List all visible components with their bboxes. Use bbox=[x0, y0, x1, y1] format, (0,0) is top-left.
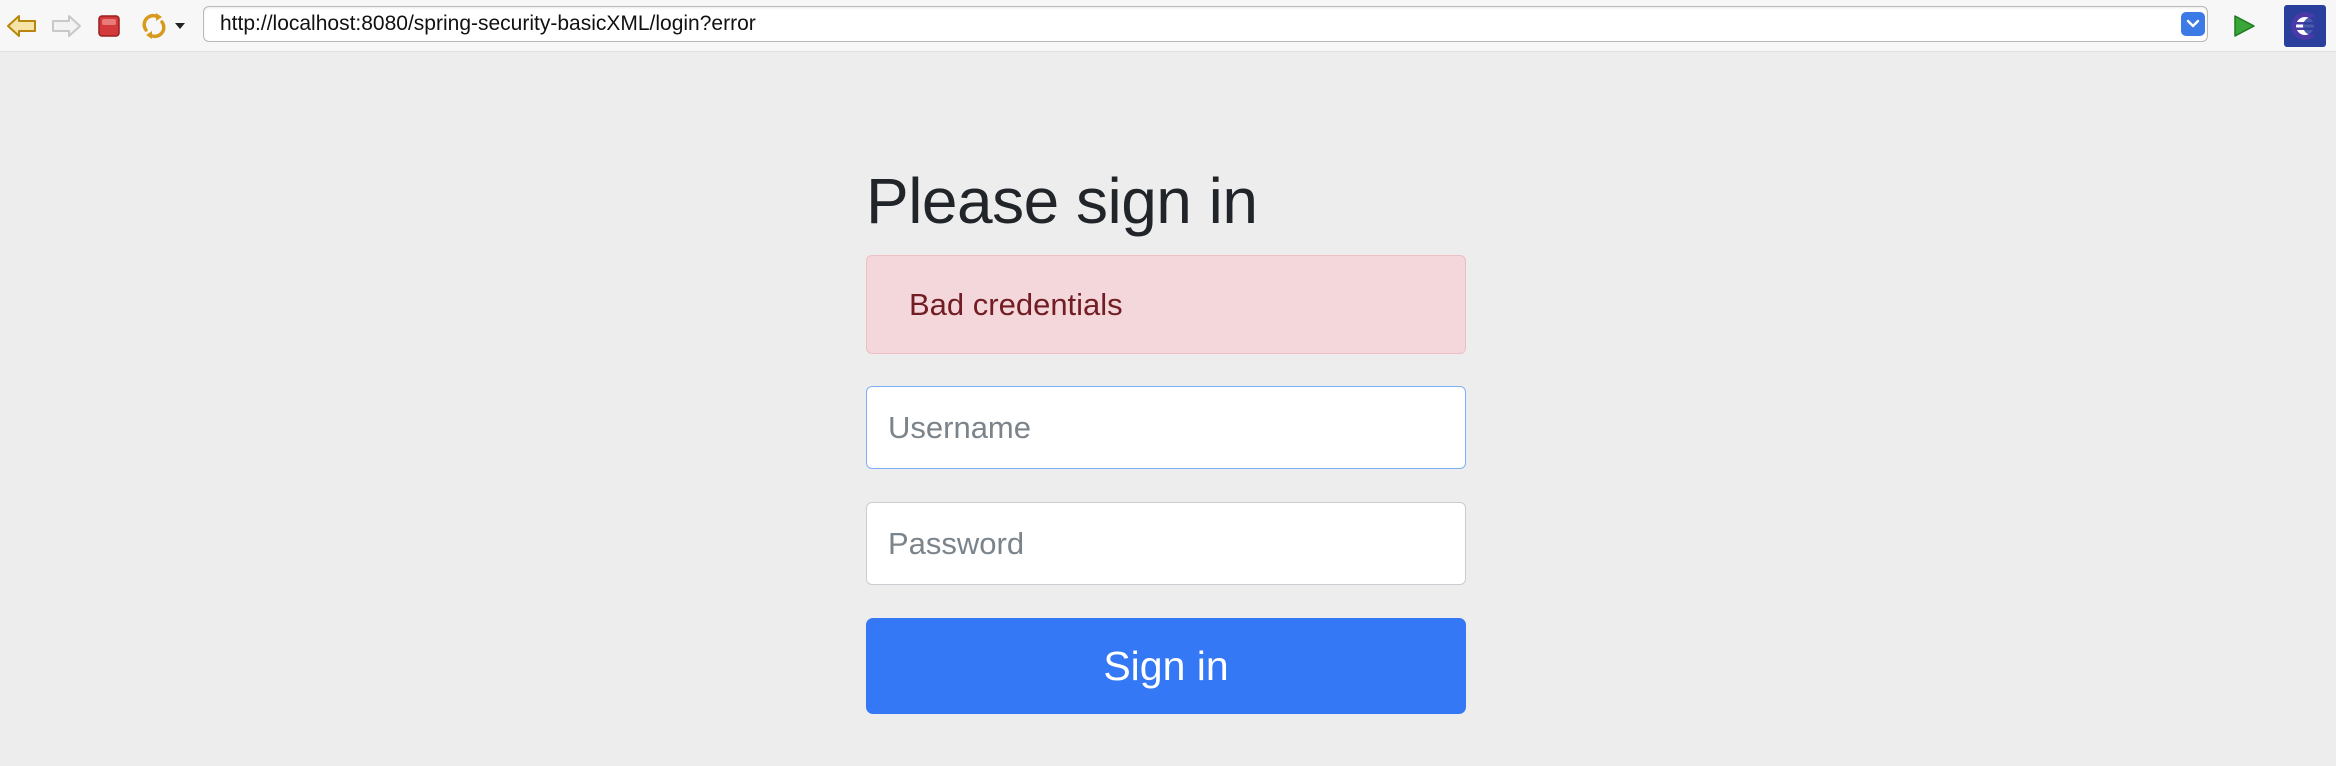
error-alert: Bad credentials bbox=[866, 255, 1466, 354]
url-text[interactable]: http://localhost:8080/spring-security-ba… bbox=[220, 7, 756, 41]
address-bar[interactable]: http://localhost:8080/spring-security-ba… bbox=[203, 6, 2208, 42]
back-button[interactable] bbox=[2, 6, 42, 46]
eclipse-button[interactable] bbox=[2282, 5, 2328, 47]
browser-toolbar: http://localhost:8080/spring-security-ba… bbox=[0, 0, 2336, 52]
page-title: Please sign in bbox=[866, 165, 1258, 237]
page-content: Please sign in Bad credentials Sign in bbox=[0, 52, 2336, 766]
url-dropdown-button[interactable] bbox=[2181, 12, 2205, 36]
stop-button[interactable] bbox=[89, 6, 129, 46]
forward-arrow-icon bbox=[52, 15, 81, 37]
password-input[interactable] bbox=[866, 502, 1466, 585]
back-arrow-icon bbox=[7, 15, 36, 37]
eclipse-icon bbox=[2284, 5, 2326, 47]
refresh-dropdown[interactable] bbox=[166, 6, 194, 46]
sign-in-button[interactable]: Sign in bbox=[866, 618, 1466, 714]
forward-button[interactable] bbox=[46, 6, 86, 46]
go-button[interactable] bbox=[2224, 6, 2264, 46]
url-dropdown-icon bbox=[2186, 19, 2200, 28]
go-arrow-icon bbox=[2234, 15, 2255, 37]
stop-icon bbox=[98, 15, 120, 37]
username-input[interactable] bbox=[866, 386, 1466, 469]
dropdown-caret-icon bbox=[175, 23, 185, 29]
